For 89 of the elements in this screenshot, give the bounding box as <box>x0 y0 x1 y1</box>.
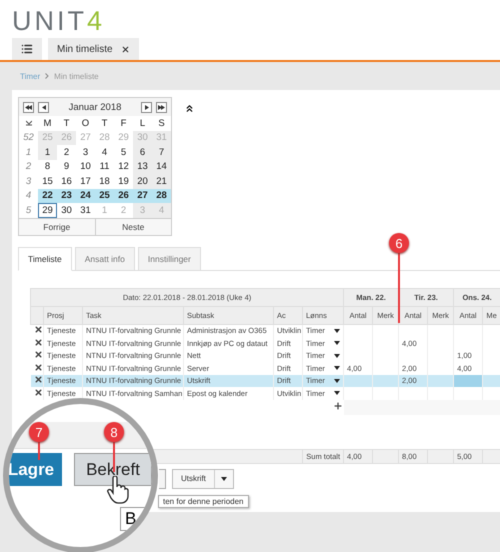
menu-icon <box>21 43 33 55</box>
weekday-label: F <box>120 116 128 130</box>
week-number[interactable]: 4 <box>19 188 38 203</box>
calendar-day[interactable]: 23 <box>57 188 76 203</box>
calendar-day[interactable]: 26 <box>114 188 133 203</box>
calendar-day[interactable]: 8 <box>38 160 57 174</box>
first-button[interactable] <box>23 102 34 112</box>
calendar-day[interactable]: 25 <box>95 188 114 203</box>
previous-button[interactable] <box>38 102 49 112</box>
calendar-day[interactable]: 9 <box>57 160 76 174</box>
calendar-day[interactable]: 28 <box>152 188 171 203</box>
arrow-icon <box>144 104 148 110</box>
weekday-label: T <box>62 116 70 130</box>
dropdown-icon[interactable] <box>334 341 340 346</box>
tooltip: ten for denne perioden <box>158 494 249 508</box>
confirm-button[interactable]: Bekreft <box>74 453 152 486</box>
logo: UNIT4 <box>12 6 106 38</box>
double-arrow-icon <box>158 104 165 110</box>
weekday-label: M <box>42 116 52 130</box>
next-week-button[interactable]: Neste <box>96 218 171 234</box>
calendar-day[interactable]: 24 <box>76 188 95 203</box>
collapse-icon[interactable] <box>184 103 195 114</box>
last-button[interactable] <box>156 102 167 112</box>
calendar-day[interactable]: 5 <box>114 145 133 160</box>
double-arrow-icon <box>25 104 32 110</box>
calendar-day[interactable]: 21 <box>152 174 171 188</box>
calendar-day[interactable]: 22 <box>38 188 57 203</box>
calendar-day[interactable]: 3 <box>76 145 95 160</box>
tab[interactable]: Innstillinger <box>138 246 201 270</box>
calendar-day[interactable]: 6 <box>133 145 152 160</box>
calendar-day[interactable]: 30 <box>57 203 76 218</box>
calendar-day[interactable]: 2 <box>57 145 76 160</box>
week-number[interactable]: 5 <box>19 203 38 218</box>
weekday-label: O <box>80 116 90 130</box>
calendar-day[interactable]: 11 <box>95 160 114 174</box>
calendar-day[interactable]: 19 <box>114 174 133 188</box>
tab[interactable]: Ansatt info <box>74 246 135 270</box>
calendar-day[interactable]: 7 <box>152 145 171 160</box>
delete-icon[interactable] <box>34 388 42 397</box>
delete-icon[interactable] <box>34 350 42 360</box>
month-title: Januar 2018 <box>68 102 122 112</box>
dropdown-icon[interactable] <box>334 328 340 333</box>
calendar-day[interactable]: 14 <box>152 160 171 174</box>
weekday-label: T <box>100 116 108 130</box>
calendar-day[interactable]: 10 <box>76 160 95 174</box>
delete-icon[interactable] <box>34 362 42 372</box>
calendar-day[interactable]: 15 <box>38 174 57 188</box>
caret-icon <box>220 476 227 480</box>
calendar-day[interactable]: 12 <box>114 160 133 174</box>
dropdown-icon[interactable] <box>334 391 340 396</box>
weekday-label: L <box>138 116 146 130</box>
delete-icon[interactable] <box>34 325 42 334</box>
calendar-day[interactable]: 18 <box>95 174 114 188</box>
chevron-icon <box>45 73 50 79</box>
callout-line <box>398 253 400 323</box>
calendar-day[interactable]: 17 <box>76 174 95 188</box>
calendar-day[interactable]: 4 <box>95 145 114 160</box>
calendar-day[interactable]: 20 <box>133 174 152 188</box>
arrow-icon <box>42 104 46 110</box>
delete-icon[interactable] <box>34 338 42 347</box>
page-tab[interactable]: Min timeliste <box>48 38 139 60</box>
next-button[interactable] <box>141 102 152 112</box>
weekday-label: S <box>157 116 166 130</box>
print-button[interactable]: Utskrift <box>173 470 215 488</box>
week-icon <box>26 120 32 126</box>
dropdown-icon[interactable] <box>334 378 340 383</box>
calendar-day[interactable]: 13 <box>133 160 152 174</box>
tab[interactable]: Timeliste <box>18 246 72 270</box>
week-number[interactable]: 1 <box>19 145 38 160</box>
menu-tab[interactable] <box>12 38 42 60</box>
week-number[interactable]: 2 <box>19 160 38 174</box>
add-icon[interactable] <box>332 401 343 411</box>
close-icon[interactable] <box>120 44 130 54</box>
calendar-day[interactable]: 16 <box>57 174 76 188</box>
delete-icon[interactable] <box>34 375 42 384</box>
dropdown-icon[interactable] <box>334 354 340 358</box>
hand-cursor-icon <box>107 476 129 504</box>
calendar-day[interactable]: 31 <box>76 203 95 218</box>
calendar-day[interactable]: 27 <box>133 188 152 203</box>
previous-week-button[interactable]: Forrige <box>19 218 96 234</box>
calendar-day[interactable]: 1 <box>38 145 57 160</box>
dropdown-icon[interactable] <box>334 366 340 370</box>
week-number[interactable]: 3 <box>19 174 38 188</box>
week-number[interactable]: 52 <box>19 130 38 145</box>
breadcrumb-current: Min timeliste <box>54 72 99 80</box>
save-button[interactable]: Lagre <box>9 453 62 486</box>
calendar-day[interactable]: 29 <box>38 203 57 218</box>
callout-line <box>113 442 115 472</box>
callout-line <box>38 442 40 460</box>
